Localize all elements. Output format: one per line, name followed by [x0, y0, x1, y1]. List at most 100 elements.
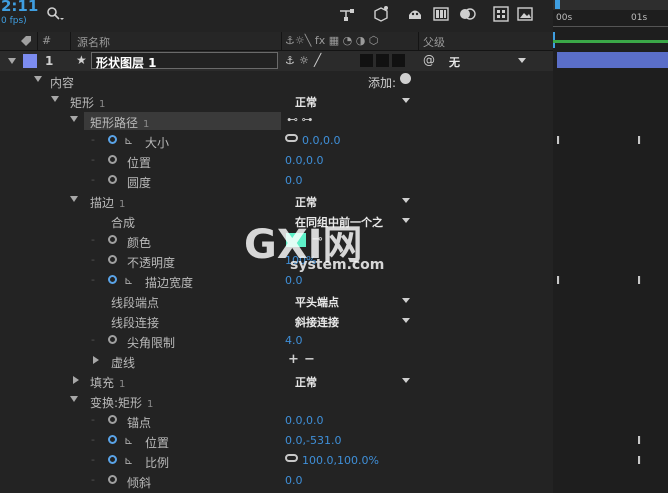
- stroke-width-row[interactable]: - ⊾ 描边宽度 0.0: [0, 271, 553, 291]
- draft-3d-icon[interactable]: [372, 5, 390, 23]
- stopwatch-icon[interactable]: [108, 475, 117, 484]
- stopwatch-icon[interactable]: [108, 235, 117, 244]
- size-row[interactable]: - ⊾ 大小 0.0,0.0: [0, 131, 553, 151]
- column-number[interactable]: #: [42, 34, 51, 47]
- comp-mini-flowchart-icon[interactable]: [338, 5, 356, 23]
- anchor-value[interactable]: 0.0,0.0: [285, 414, 323, 427]
- scale-row[interactable]: - ⊾ 比例 100.0,100.0%: [0, 451, 553, 471]
- twirl-toggle[interactable]: [34, 76, 42, 82]
- stopwatch-icon[interactable]: [108, 415, 117, 424]
- collapse-switch-icon[interactable]: ☼: [299, 54, 309, 67]
- remove-dash-button[interactable]: −: [304, 352, 315, 367]
- transform-position-row[interactable]: - ⊾ 位置 0.0,-531.0: [0, 431, 553, 451]
- shy-switch-icon[interactable]: ⚓: [285, 54, 295, 67]
- graph-icon[interactable]: ⊾: [124, 434, 133, 447]
- position-value[interactable]: 0.0,0.0: [285, 154, 323, 167]
- scale-value[interactable]: 100.0,100.0%: [302, 454, 379, 467]
- stroke-group-row[interactable]: 描边 1 正常: [0, 191, 553, 211]
- eyedropper-icon[interactable]: ⊸: [312, 232, 323, 247]
- blend-mode-dropdown[interactable]: 正常: [288, 192, 416, 209]
- twirl-toggle[interactable]: [93, 356, 99, 364]
- add-dash-button[interactable]: +: [288, 352, 299, 367]
- position-row[interactable]: - 位置 0.0,0.0: [0, 151, 553, 171]
- stopwatch-icon[interactable]: [108, 155, 117, 164]
- layer-name-field[interactable]: 形状图层 1: [91, 52, 278, 70]
- layer-row[interactable]: 1 ★ 形状图层 1 ⚓ ☼ ╱ @ 无: [0, 51, 553, 71]
- graph-editor-icon[interactable]: [492, 5, 510, 23]
- opacity-value[interactable]: 100%: [285, 254, 316, 267]
- twirl-toggle[interactable]: [70, 396, 78, 402]
- keyframe-icon[interactable]: I: [556, 274, 560, 287]
- miter-limit-value[interactable]: 4.0: [285, 334, 303, 347]
- column-parent[interactable]: 父级: [423, 34, 445, 50]
- size-value[interactable]: 0.0,0.0: [302, 134, 340, 147]
- add-menu-button[interactable]: 添加:: [368, 74, 396, 91]
- link-icon[interactable]: [285, 454, 298, 462]
- timeline-panel[interactable]: 00s 01s I I I I I I: [553, 0, 668, 493]
- quality-switch-icon[interactable]: ╱: [314, 53, 321, 67]
- add-menu-icon[interactable]: [400, 73, 411, 84]
- image-icon[interactable]: [516, 5, 534, 23]
- graph-icon[interactable]: ⊾: [124, 274, 133, 287]
- dashes-row[interactable]: 虚线 + −: [0, 351, 553, 371]
- stopwatch-icon[interactable]: [108, 255, 117, 264]
- column-source-name[interactable]: 源名称: [77, 34, 110, 50]
- anchor-row[interactable]: - 锚点 0.0,0.0: [0, 411, 553, 431]
- work-area-start-handle[interactable]: [555, 0, 560, 9]
- keyframe-icon[interactable]: I: [556, 134, 560, 147]
- layer-duration-bar[interactable]: [557, 52, 668, 68]
- search-icon[interactable]: [46, 6, 64, 22]
- composite-row[interactable]: 合成 在同组中前一个之: [0, 211, 553, 231]
- blend-mode-dropdown[interactable]: 正常: [288, 372, 416, 389]
- rectangle-group-row[interactable]: 矩形 1 正常: [0, 91, 553, 111]
- line-join-dropdown[interactable]: 斜接连接: [288, 312, 416, 329]
- time-ruler[interactable]: [553, 26, 668, 27]
- layer-label-color[interactable]: [23, 54, 37, 68]
- line-join-row[interactable]: 线段连接 斜接连接: [0, 311, 553, 331]
- twirl-toggle[interactable]: [70, 116, 78, 122]
- path-direction-icon[interactable]: ⊷ ⊶: [287, 113, 313, 126]
- label-tag-icon[interactable]: [20, 35, 32, 47]
- work-area-bar[interactable]: [553, 0, 668, 10]
- composite-dropdown[interactable]: 在同组中前一个之: [288, 212, 416, 229]
- parent-dropdown[interactable]: 无: [442, 52, 532, 69]
- blend-mode-dropdown[interactable]: 正常: [288, 92, 416, 109]
- transform-position-value[interactable]: 0.0,-531.0: [285, 434, 341, 447]
- stopwatch-icon[interactable]: [108, 175, 117, 184]
- line-cap-row[interactable]: 线段端点 平头端点: [0, 291, 553, 311]
- effect-switch[interactable]: [360, 54, 373, 67]
- graph-icon[interactable]: ⊾: [124, 454, 133, 467]
- color-row[interactable]: - 颜色 ⊸: [0, 231, 553, 251]
- current-time[interactable]: 2:11: [1, 0, 38, 15]
- rectangle-path-row[interactable]: 矩形路径 1 ⊷ ⊶: [0, 111, 553, 131]
- line-cap-dropdown[interactable]: 平头端点: [288, 292, 416, 309]
- roundness-value[interactable]: 0.0: [285, 174, 303, 187]
- roundness-row[interactable]: - 圆度 0.0: [0, 171, 553, 191]
- motion-blur-switch[interactable]: [376, 54, 389, 67]
- fill-group-row[interactable]: 填充 1 正常: [0, 371, 553, 391]
- skew-value[interactable]: 0.0: [285, 474, 303, 487]
- 3d-layer-switch[interactable]: [392, 54, 405, 67]
- keyframe-icon[interactable]: I: [637, 134, 641, 147]
- twirl-toggle[interactable]: [70, 196, 78, 202]
- stopwatch-icon[interactable]: [108, 455, 117, 464]
- stroke-width-value[interactable]: 0.0: [285, 274, 303, 287]
- graph-icon[interactable]: ⊾: [124, 134, 133, 147]
- keyframe-icon[interactable]: I: [637, 454, 641, 467]
- keyframe-icon[interactable]: I: [637, 274, 641, 287]
- opacity-row[interactable]: - 不透明度 100%: [0, 251, 553, 271]
- skew-row[interactable]: - 倾斜 0.0: [0, 471, 553, 491]
- shy-layers-icon[interactable]: [406, 5, 424, 23]
- stopwatch-icon[interactable]: [108, 435, 117, 444]
- stopwatch-icon[interactable]: [108, 275, 117, 284]
- motion-blur-icon[interactable]: [458, 5, 476, 23]
- miter-limit-row[interactable]: - 尖角限制 4.0: [0, 331, 553, 351]
- link-icon[interactable]: [285, 134, 298, 142]
- pickwhip-icon[interactable]: @: [423, 53, 435, 67]
- stroke-color-swatch[interactable]: [286, 233, 306, 247]
- layer-twirl-toggle[interactable]: [8, 58, 16, 64]
- keyframe-icon[interactable]: I: [637, 434, 641, 447]
- twirl-toggle[interactable]: [73, 376, 79, 384]
- stopwatch-icon[interactable]: [108, 335, 117, 344]
- contents-row[interactable]: 内容 添加:: [0, 71, 553, 91]
